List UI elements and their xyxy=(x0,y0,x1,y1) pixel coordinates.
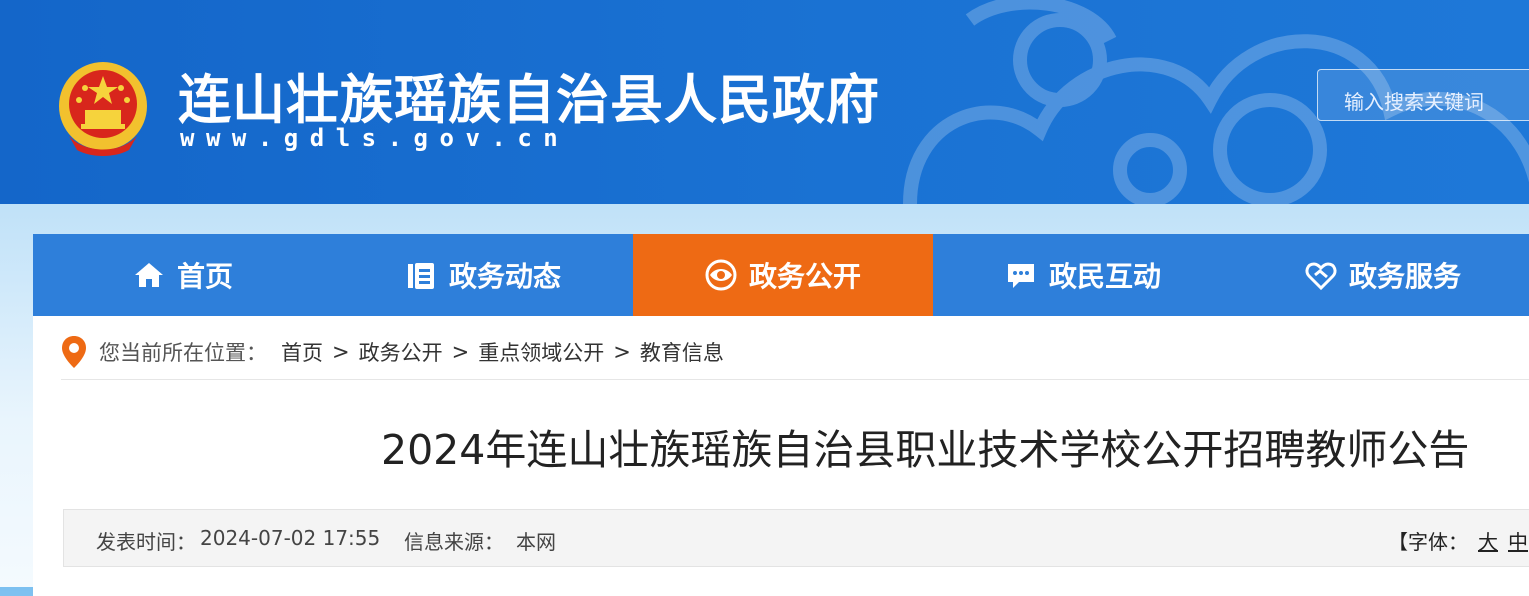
source-value: 本网 xyxy=(516,530,556,554)
breadcrumb-divider xyxy=(61,379,1529,380)
site-title: 连山壮族瑶族自治县人民政府 xyxy=(178,70,880,131)
main-nav: 首页 政务动态 政务公开 政民互动 政务服务 xyxy=(33,234,1529,316)
nav-item-open-affairs[interactable]: 政务公开 xyxy=(633,234,933,316)
breadcrumb-link-education[interactable]: 教育信息 xyxy=(640,337,724,367)
nav-item-label: 首页 xyxy=(176,260,233,293)
nav-item-home[interactable]: 首页 xyxy=(33,234,333,316)
breadcrumb-link-open-affairs[interactable]: 政务公开 xyxy=(359,337,443,367)
source-label: 信息来源： xyxy=(404,530,504,554)
site-header: 连山壮族瑶族自治县人民政府 www.gdls.gov.cn xyxy=(0,0,1529,204)
home-icon xyxy=(134,263,163,287)
nav-item-services[interactable]: 政务服务 xyxy=(1233,234,1529,316)
nav-item-interaction[interactable]: 政民互动 xyxy=(933,234,1233,316)
font-size-label: 【字体： xyxy=(1388,530,1468,554)
publish-time: 2024-07-02 17:55 xyxy=(200,526,381,550)
eye-icon xyxy=(705,259,737,291)
news-list-icon xyxy=(407,263,434,289)
breadcrumb: 您当前所在位置： 首页 > 政务公开 > 重点领域公开 > 教育信息 xyxy=(61,334,724,370)
location-pin-icon xyxy=(62,336,86,368)
breadcrumb-link-key-areas[interactable]: 重点领域公开 xyxy=(478,337,604,367)
breadcrumb-separator: > xyxy=(613,340,631,364)
publish-label: 发表时间： xyxy=(96,530,196,554)
article-meta-bar: 发表时间： 2024-07-02 17:55 信息来源： 本网 【字体： 大中 xyxy=(63,509,1529,567)
nav-item-label: 政民互动 xyxy=(1048,260,1161,293)
handshake-icon xyxy=(1305,262,1337,291)
national-emblem-icon xyxy=(59,62,147,156)
breadcrumb-prefix: 您当前所在位置： xyxy=(99,341,267,365)
breadcrumb-separator: > xyxy=(451,340,470,364)
article-title: 2024年连山壮族瑶族自治县职业技术学校公开招聘教师公告 xyxy=(381,426,1470,474)
nav-item-label: 政务动态 xyxy=(448,260,561,293)
chat-icon xyxy=(1007,264,1034,288)
site-url: www.gdls.gov.cn xyxy=(180,124,570,152)
breadcrumb-separator: > xyxy=(332,340,350,364)
content-panel: 您当前所在位置： 首页 > 政务公开 > 重点领域公开 > 教育信息 2024年… xyxy=(33,316,1529,596)
font-size-control: 【字体： 大中 xyxy=(1388,526,1528,555)
breadcrumb-link-home[interactable]: 首页 xyxy=(281,337,323,367)
font-size-medium-button[interactable]: 中 xyxy=(1508,530,1528,554)
nav-item-label: 政务公开 xyxy=(748,260,861,293)
font-size-large-button[interactable]: 大 xyxy=(1478,530,1498,554)
nav-item-label: 政务服务 xyxy=(1348,260,1461,293)
search-input[interactable] xyxy=(1317,69,1529,121)
nav-item-news[interactable]: 政务动态 xyxy=(333,234,633,316)
